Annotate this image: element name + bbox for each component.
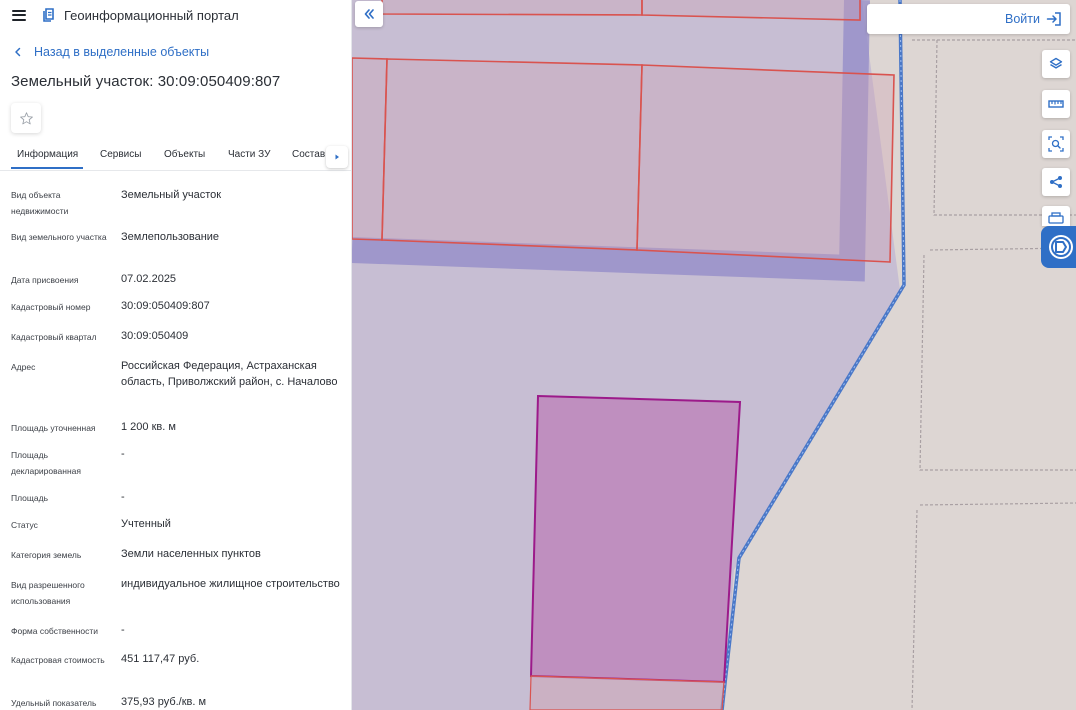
detail-label: Вид объекта недвижимости (11, 190, 69, 216)
detail-value: 1 200 кв. м (121, 421, 176, 433)
detail-value: 30:09:050409:807 (121, 300, 210, 312)
share-icon (1050, 176, 1062, 188)
menu-icon[interactable] (12, 9, 26, 21)
tab-bar: Информация Сервисы Объекты Части ЗУ Сост… (0, 145, 351, 171)
cadastral-map[interactable] (352, 0, 1076, 710)
parcel[interactable] (381, 58, 643, 251)
object-title: Земельный участок: 30:09:050409:807 (11, 73, 281, 90)
map-canvas[interactable] (352, 0, 1076, 710)
detail-label: Кадастровый номер (11, 302, 91, 312)
panel-header: Геоинформационный портал (0, 0, 351, 30)
parcel[interactable] (636, 64, 895, 263)
parcel[interactable] (641, 0, 861, 21)
detail-label: Категория земель (11, 550, 82, 560)
triangle-right-icon (335, 154, 339, 160)
detail-label: Статус (11, 520, 38, 530)
layers-icon (1049, 57, 1063, 69)
login-label: Войти (1005, 12, 1040, 26)
detail-label: Вид земельного участка (11, 232, 107, 242)
detail-value: - (121, 448, 125, 460)
selected-parcel[interactable] (529, 394, 742, 684)
parcel-group (352, 0, 895, 263)
double-chevron-left-icon (364, 9, 374, 19)
tab-objects[interactable]: Объекты (164, 149, 205, 160)
detail-label: Удельный показатель (11, 698, 97, 708)
select-area-button[interactable] (1042, 130, 1070, 158)
detail-label: Форма собственности (11, 626, 98, 636)
share-button[interactable] (1042, 168, 1070, 196)
star-icon (19, 111, 33, 124)
tab-services[interactable]: Сервисы (100, 149, 141, 160)
widget-icon (1049, 235, 1073, 259)
detail-label: Адрес (11, 362, 36, 372)
parcel[interactable] (381, 0, 643, 16)
active-tab-indicator (11, 167, 83, 169)
detail-label: Кадастровый квартал (11, 332, 97, 342)
detail-value: Земельный участок (121, 189, 222, 201)
tab-composition[interactable]: Состав (292, 149, 326, 160)
detail-label: Площадь уточненная (11, 423, 96, 433)
detail-value: - (121, 624, 125, 636)
detail-value: 07.02.2025 (121, 273, 177, 285)
tab-parcel-parts[interactable]: Части ЗУ (228, 149, 270, 160)
print-button[interactable] (1042, 206, 1070, 226)
back-link-label: Назад в выделенные объекты (34, 45, 210, 59)
ruler-icon (1048, 100, 1064, 108)
detail-label: Кадастровая стоимость (11, 655, 105, 665)
detail-value: Землепользование (121, 231, 220, 243)
detail-label: Площадь (11, 493, 49, 503)
print-icon (1048, 212, 1064, 224)
detail-value: индивидуальное жилищное строительство (121, 578, 340, 590)
detail-value: 451 117,47 руб. (121, 653, 200, 665)
detail-value: 375,93 руб./кв. м (121, 696, 207, 708)
parcel[interactable] (352, 57, 388, 241)
detail-label: Вид разрешенного использования (11, 580, 85, 606)
tab-information[interactable]: Информация (17, 149, 78, 160)
detail-label: Площадь декларированная (11, 450, 81, 476)
area-search-icon (1048, 136, 1064, 152)
detail-value: Земли населенных пунктов (121, 548, 261, 560)
detail-value: Российская Федерация, Астраханская облас… (121, 360, 338, 388)
detail-value: - (121, 491, 125, 503)
chevron-left-icon (15, 47, 21, 57)
detail-value: Учтенный (121, 518, 171, 530)
info-panel: Геоинформационный портал Назад в выделен… (0, 0, 352, 710)
portal-title: Геоинформационный портал (64, 7, 239, 23)
layers-button[interactable] (1042, 50, 1070, 78)
widget-tab-button[interactable] (1041, 226, 1076, 268)
measure-button[interactable] (1042, 90, 1070, 118)
detail-label: Дата присвоения (11, 275, 79, 285)
login-button[interactable]: Войти (867, 4, 1070, 34)
portal-logo-icon (43, 8, 54, 22)
detail-value: 30:09:050409 (121, 330, 189, 342)
favorite-button[interactable] (11, 103, 41, 133)
collapse-panel-button[interactable] (355, 1, 383, 27)
sign-in-icon (1046, 12, 1061, 26)
tabs-scroll-right-button[interactable] (326, 146, 348, 168)
parcel[interactable] (529, 675, 725, 710)
back-to-selected-link[interactable]: Назад в выделенные объекты (12, 45, 209, 59)
